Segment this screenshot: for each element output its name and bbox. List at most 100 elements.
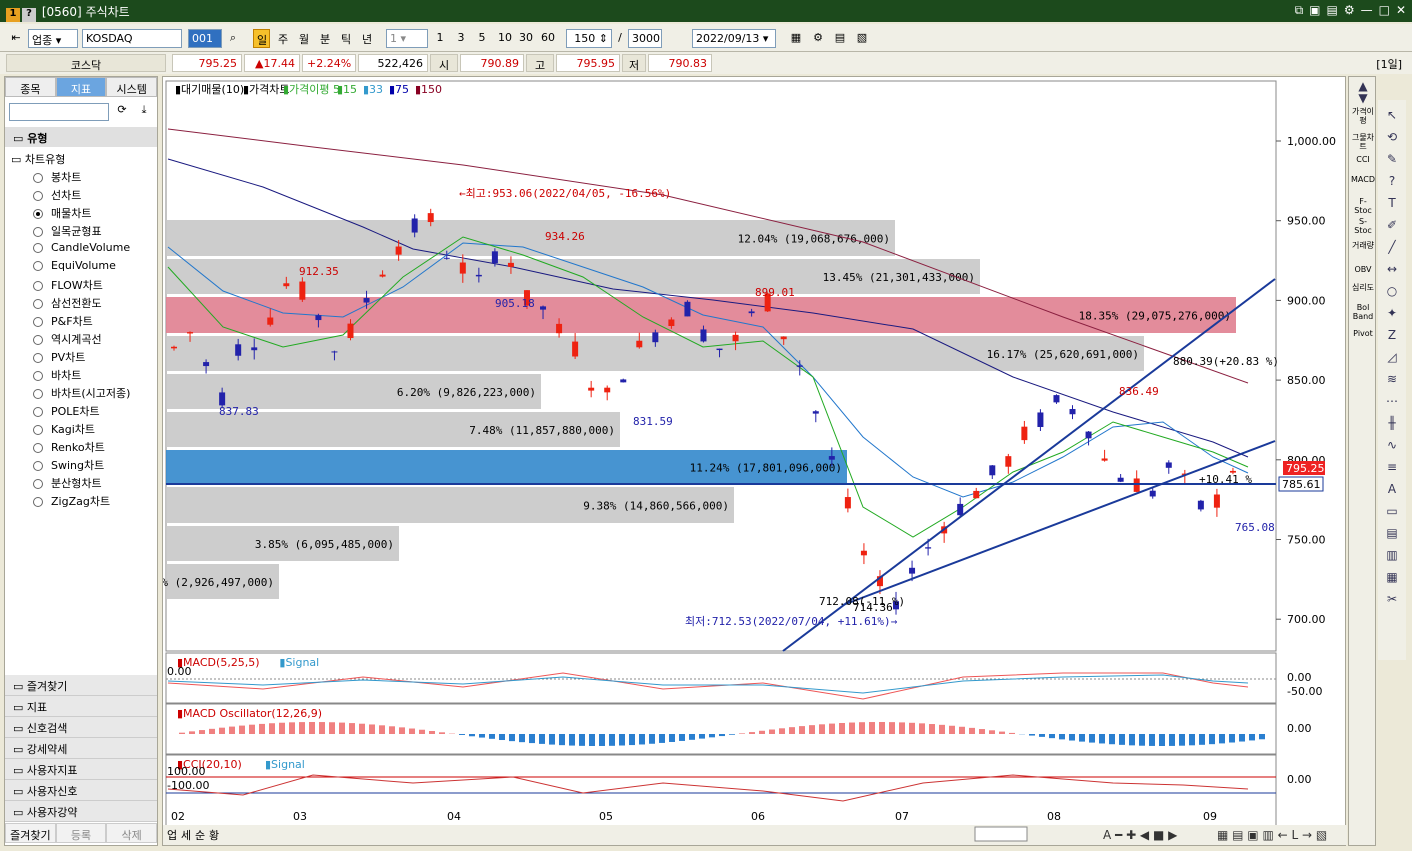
settings-icon[interactable]: ⚙ — [1344, 3, 1355, 18]
refresh-icon[interactable]: ⟳ — [113, 103, 131, 121]
period-month[interactable]: 월 — [295, 29, 313, 48]
draw-tool-icon[interactable]: T — [1383, 196, 1401, 212]
radio-icon[interactable] — [33, 497, 43, 507]
radio-icon[interactable] — [33, 335, 43, 345]
draw-tool-icon[interactable]: ↔ — [1383, 262, 1401, 278]
period-tick[interactable]: 틱 — [337, 29, 355, 48]
draw-tool-icon[interactable]: ╫ — [1383, 416, 1401, 432]
tab-indicator[interactable]: 지표 — [55, 77, 107, 97]
radio-icon[interactable] — [33, 299, 43, 309]
chart-type-item[interactable]: Kagi차트 — [5, 419, 157, 437]
draw-tool-icon[interactable]: ▤ — [1383, 526, 1401, 542]
group-item[interactable]: ▭ 사용자지표 — [5, 759, 157, 780]
chart-type-item[interactable]: 매물차트 — [5, 203, 157, 221]
chart-type-item[interactable]: 분산형차트 — [5, 473, 157, 491]
draw-tool-icon[interactable]: A — [1383, 482, 1401, 498]
chart-type-item[interactable]: Swing차트 — [5, 455, 157, 473]
group-item[interactable]: ▭ 즐겨찾기 — [5, 675, 157, 696]
chart-type-item[interactable]: FLOW차트 — [5, 275, 157, 293]
close-icon[interactable]: ✕ — [1396, 3, 1406, 18]
save-icon[interactable]: ▤ — [830, 29, 850, 48]
draw-tool-icon[interactable]: ↖ — [1383, 108, 1401, 124]
draw-tool-icon[interactable]: ╱ — [1383, 240, 1401, 256]
draw-tool-icon[interactable]: ▦ — [1383, 570, 1401, 586]
radio-icon[interactable] — [33, 227, 43, 237]
total-field[interactable]: 3000 — [628, 29, 662, 48]
market-select[interactable]: 업종 ▾ — [28, 29, 78, 48]
radio-icon[interactable] — [33, 281, 43, 291]
tab-stock[interactable]: 종목 — [5, 77, 56, 97]
period-day[interactable]: 일 — [253, 29, 270, 48]
indicator-button[interactable]: F-Stoc — [1351, 197, 1375, 215]
btm-tab-register[interactable]: 등록 — [55, 823, 107, 843]
date-select[interactable]: 2022/09/13 ▾ — [692, 29, 776, 48]
radio-icon[interactable] — [33, 479, 43, 489]
btm-tab-delete[interactable]: 삭제 — [106, 823, 158, 843]
indicator-button[interactable]: MACD — [1351, 175, 1375, 184]
interval-select[interactable]: 1 ▾ — [386, 29, 428, 48]
radio-icon[interactable] — [33, 191, 43, 201]
radio-icon[interactable] — [33, 443, 43, 453]
indicator-button[interactable]: S-Stoc — [1351, 217, 1375, 235]
radio-icon[interactable] — [33, 209, 43, 219]
indicator-button[interactable]: 심리도 — [1351, 283, 1375, 292]
radio-icon[interactable] — [33, 173, 43, 183]
quick-3[interactable]: 3 — [453, 29, 469, 48]
indicator-button[interactable]: 거래량 — [1351, 241, 1375, 250]
indicator-button[interactable]: Pivot — [1351, 329, 1375, 338]
section-header[interactable]: ▭ 유형 — [5, 127, 157, 147]
draw-tool-icon[interactable]: ▥ — [1383, 548, 1401, 564]
first-icon[interactable]: ⇤ — [6, 29, 26, 48]
code-field[interactable]: 001 — [188, 29, 222, 48]
draw-tool-icon[interactable]: ⋯ — [1383, 394, 1401, 410]
minimize-icon[interactable]: — — [1361, 3, 1373, 18]
search-icon[interactable]: ⌕ — [224, 29, 242, 48]
draw-tool-icon[interactable]: ⟲ — [1383, 130, 1401, 146]
draw-tool-icon[interactable]: ? — [1383, 174, 1401, 190]
draw-tool-icon[interactable]: ≡ — [1383, 460, 1401, 476]
radio-icon[interactable] — [33, 407, 43, 417]
chart-type-group[interactable]: ▭ 차트유형 — [5, 149, 157, 167]
draw-tool-icon[interactable]: ✦ — [1383, 306, 1401, 322]
maximize-icon[interactable]: □ — [1379, 3, 1390, 18]
chart-type-item[interactable]: POLE차트 — [5, 401, 157, 419]
chart-area[interactable]: 12.04% (19,068,676,000) 13.45% (21,301,43… — [162, 76, 1347, 847]
period-year[interactable]: 년 — [358, 29, 376, 48]
draw-tool-icon[interactable]: ◿ — [1383, 350, 1401, 366]
chart-type-item[interactable]: Renko차트 — [5, 437, 157, 455]
period-week[interactable]: 주 — [274, 29, 292, 48]
count-stepper[interactable]: 150 ⇕ — [566, 29, 612, 48]
indicator-button[interactable]: 그물차트 — [1351, 133, 1375, 151]
tab-system[interactable]: 시스템 — [106, 77, 158, 97]
help-badge[interactable]: ? — [22, 8, 36, 22]
download-icon[interactable]: ⤓ — [135, 103, 153, 121]
radio-icon[interactable] — [33, 371, 43, 381]
radio-icon[interactable] — [33, 243, 43, 253]
group-item[interactable]: ▭ 사용자신호 — [5, 780, 157, 801]
draw-tool-icon[interactable]: ▭ — [1383, 504, 1401, 520]
radio-icon[interactable] — [33, 461, 43, 471]
draw-tool-icon[interactable]: ✂ — [1383, 592, 1401, 608]
radio-icon[interactable] — [33, 317, 43, 327]
chart-type-item[interactable]: PV차트 — [5, 347, 157, 365]
link-icon[interactable]: ⧉ — [1295, 3, 1304, 18]
draw-tool-icon[interactable]: ✐ — [1383, 218, 1401, 234]
radio-icon[interactable] — [33, 425, 43, 435]
chart-type-item[interactable]: 선차트 — [5, 185, 157, 203]
btm-tab-favorites[interactable]: 즐겨찾기 — [5, 823, 56, 843]
indicator-button[interactable]: OBV — [1351, 265, 1375, 274]
save-icon[interactable]: ▣ — [1309, 3, 1320, 18]
chart-type-item[interactable]: ZigZag차트 — [5, 491, 157, 509]
chart-type-item[interactable]: P&F차트 — [5, 311, 157, 329]
indicator-button[interactable]: CCI — [1351, 155, 1375, 164]
quick-1[interactable]: 1 — [432, 29, 448, 48]
scroll-down-icon[interactable]: ▼ — [1354, 91, 1372, 107]
chart-type-item[interactable]: 삼선전환도 — [5, 293, 157, 311]
group-item[interactable]: ▭ 지표 — [5, 696, 157, 717]
group-item[interactable]: ▭ 신호검색 — [5, 717, 157, 738]
quick-60[interactable]: 60 — [537, 29, 559, 48]
period-minute[interactable]: 분 — [316, 29, 334, 48]
chart-svg[interactable]: 12.04% (19,068,676,000)13.45% (21,301,43… — [163, 77, 1347, 847]
chart-type-item[interactable]: CandleVolume — [5, 239, 157, 257]
search-input[interactable] — [9, 103, 109, 121]
